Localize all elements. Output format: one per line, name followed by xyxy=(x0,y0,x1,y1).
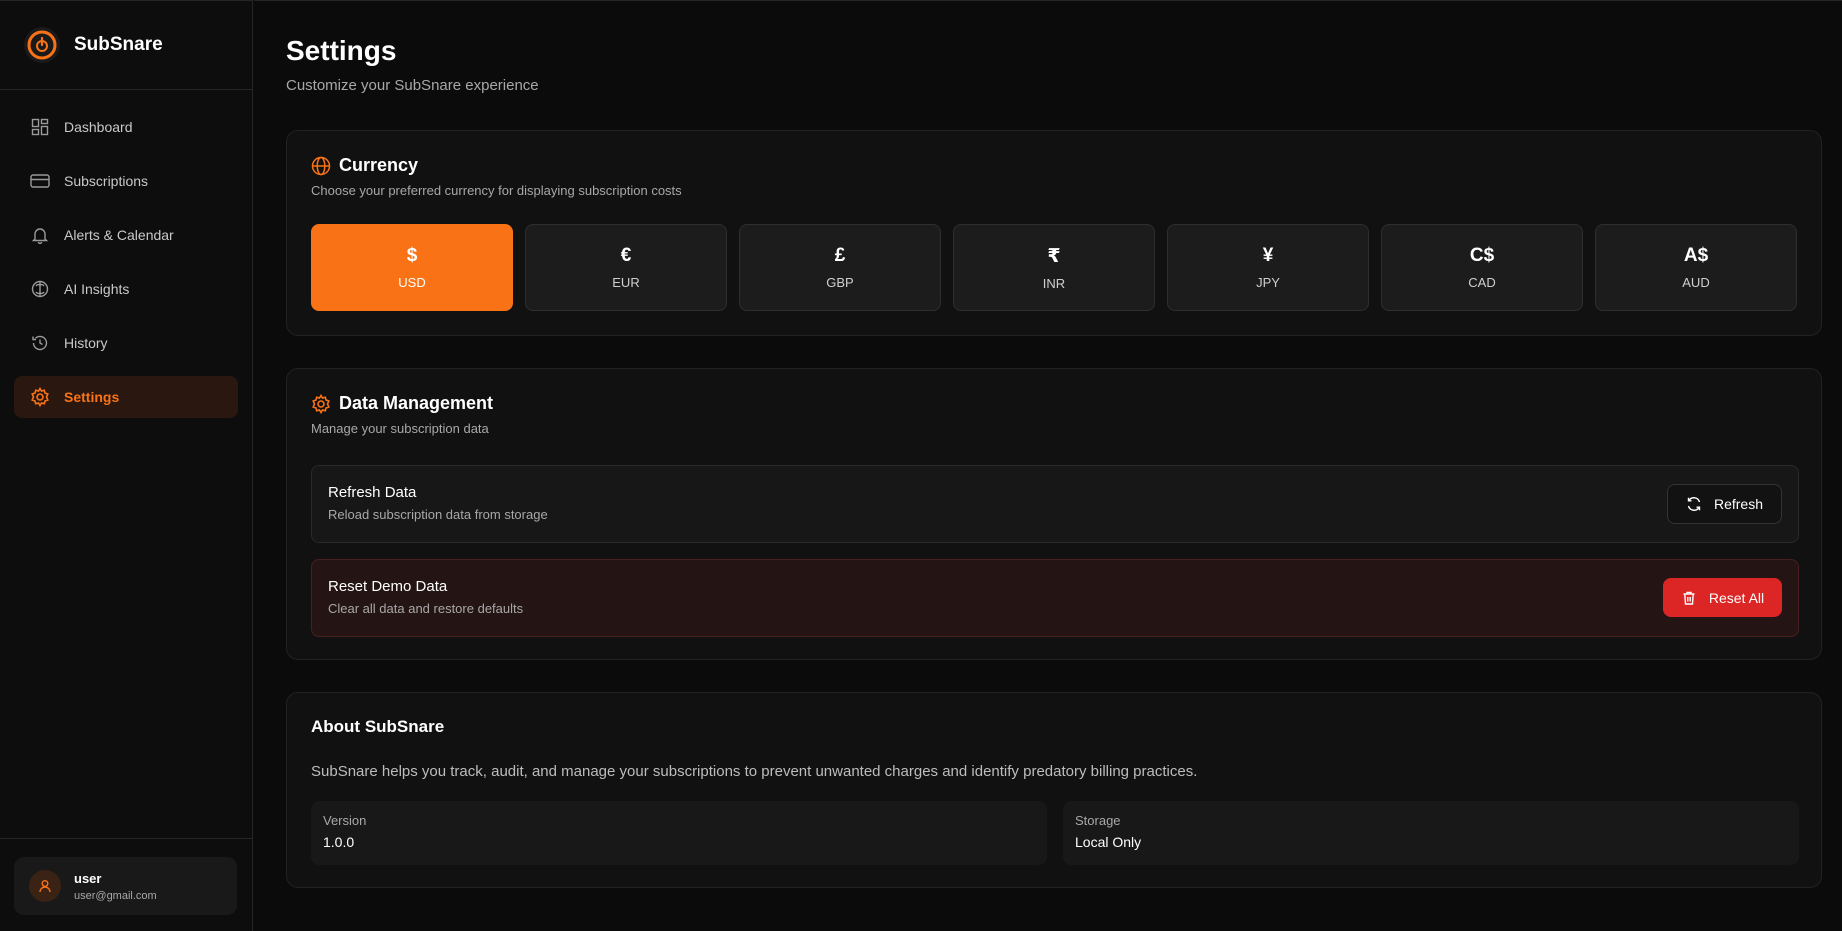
sidebar-item-subscriptions[interactable]: Subscriptions xyxy=(14,160,238,202)
currency-code: INR xyxy=(1042,275,1066,291)
data-management-title: Data Management xyxy=(339,393,494,413)
brain-icon xyxy=(30,279,50,299)
version-info: Version 1.0.0 xyxy=(311,801,1047,865)
data-management-card: Data Management Manage your subscription… xyxy=(286,368,1822,660)
currency-option-cad[interactable]: C$ CAD xyxy=(1381,224,1583,311)
sidebar-item-label: AI Insights xyxy=(64,281,130,297)
data-management-description: Manage your subscription data xyxy=(311,421,489,436)
currency-symbol: ¥ xyxy=(1262,245,1274,266)
sidebar-item-alerts-calendar[interactable]: Alerts & Calendar xyxy=(14,214,238,256)
trash-icon xyxy=(1681,590,1697,606)
user-name: user xyxy=(74,870,102,886)
power-logo-icon xyxy=(24,27,60,63)
currency-code: JPY xyxy=(1256,275,1280,290)
sidebar-item-history[interactable]: History xyxy=(14,322,238,364)
currency-option-usd[interactable]: $ USD xyxy=(311,224,513,311)
sidebar-item-ai-insights[interactable]: AI Insights xyxy=(14,268,238,310)
currency-option-gbp[interactable]: £ GBP xyxy=(739,224,941,311)
page-title: Settings xyxy=(286,35,397,66)
sidebar-item-label: History xyxy=(64,335,108,351)
version-value: 1.0.0 xyxy=(323,834,355,850)
currency-card: Currency Choose your preferred currency … xyxy=(286,130,1822,336)
currency-description: Choose your preferred currency for displ… xyxy=(311,183,682,198)
dashboard-icon xyxy=(30,117,50,137)
user-email: user@gmail.com xyxy=(74,889,157,902)
currency-symbol: £ xyxy=(834,245,846,266)
version-label: Version xyxy=(323,813,367,828)
currency-symbol: A$ xyxy=(1683,245,1709,266)
brand[interactable]: SubSnare xyxy=(0,1,252,90)
currency-option-jpy[interactable]: ¥ JPY xyxy=(1167,224,1369,311)
user-profile[interactable]: user user@gmail.com xyxy=(14,857,237,915)
currency-code: USD xyxy=(398,275,426,290)
currency-options: $ USD € EUR £ GBP ₹ INR ¥ JPY C$ CAD A$ … xyxy=(311,224,1797,311)
refresh-data-title: Refresh Data xyxy=(328,484,417,501)
bell-icon xyxy=(30,225,50,245)
currency-code: EUR xyxy=(612,275,640,290)
user-icon xyxy=(39,880,51,893)
gear-icon xyxy=(30,387,50,407)
sidebar-item-label: Settings xyxy=(64,389,120,405)
credit-card-icon xyxy=(30,171,50,191)
currency-option-eur[interactable]: € EUR xyxy=(525,224,727,311)
about-title: About SubSnare xyxy=(311,717,445,736)
about-card: About SubSnare SubSnare helps you track,… xyxy=(286,692,1822,888)
currency-symbol: $ xyxy=(406,245,418,266)
sidebar: SubSnare Dashboard Subscriptions Alerts … xyxy=(0,0,253,931)
currency-symbol: € xyxy=(620,245,632,266)
main-content: Settings Customize your SubSnare experie… xyxy=(254,0,1842,931)
sidebar-item-label: Dashboard xyxy=(64,119,133,135)
reset-demo-title: Reset Demo Data xyxy=(328,578,448,595)
storage-value: Local Only xyxy=(1075,834,1142,850)
currency-option-inr[interactable]: ₹ INR xyxy=(953,224,1155,311)
reset-demo-row: Reset Demo Data Clear all data and resto… xyxy=(311,559,1799,637)
reset-demo-description: Clear all data and restore defaults xyxy=(328,601,524,616)
refresh-icon xyxy=(1686,496,1702,512)
sidebar-nav: Dashboard Subscriptions Alerts & Calenda… xyxy=(0,90,252,418)
currency-code: CAD xyxy=(1468,275,1496,290)
globe-icon xyxy=(311,156,331,176)
about-text: SubSnare helps you track, audit, and man… xyxy=(311,763,1198,780)
currency-symbol: C$ xyxy=(1469,245,1495,266)
refresh-button[interactable]: Refresh xyxy=(1667,484,1782,524)
page-subtitle: Customize your SubSnare experience xyxy=(286,77,539,94)
divider xyxy=(0,838,252,839)
currency-code: GBP xyxy=(826,275,854,290)
history-icon xyxy=(30,333,50,353)
sidebar-item-label: Subscriptions xyxy=(64,173,149,189)
sidebar-item-dashboard[interactable]: Dashboard xyxy=(14,106,238,148)
refresh-button-label: Refresh xyxy=(1713,496,1764,512)
reset-all-button[interactable]: Reset All xyxy=(1663,578,1782,617)
reset-all-button-label: Reset All xyxy=(1708,589,1765,606)
sidebar-item-settings[interactable]: Settings xyxy=(14,376,238,418)
storage-label: Storage xyxy=(1075,813,1121,828)
app-name: SubSnare xyxy=(74,34,163,55)
refresh-data-row: Refresh Data Reload subscription data fr… xyxy=(311,465,1799,543)
avatar xyxy=(29,870,61,902)
sidebar-item-label: Alerts & Calendar xyxy=(64,227,174,243)
currency-option-aud[interactable]: A$ AUD xyxy=(1595,224,1797,311)
refresh-data-description: Reload subscription data from storage xyxy=(328,507,548,522)
currency-code: AUD xyxy=(1682,275,1710,290)
gear-icon xyxy=(311,393,331,414)
storage-info: Storage Local Only xyxy=(1063,801,1799,865)
currency-title: Currency xyxy=(339,155,419,175)
currency-symbol: ₹ xyxy=(1047,245,1061,267)
